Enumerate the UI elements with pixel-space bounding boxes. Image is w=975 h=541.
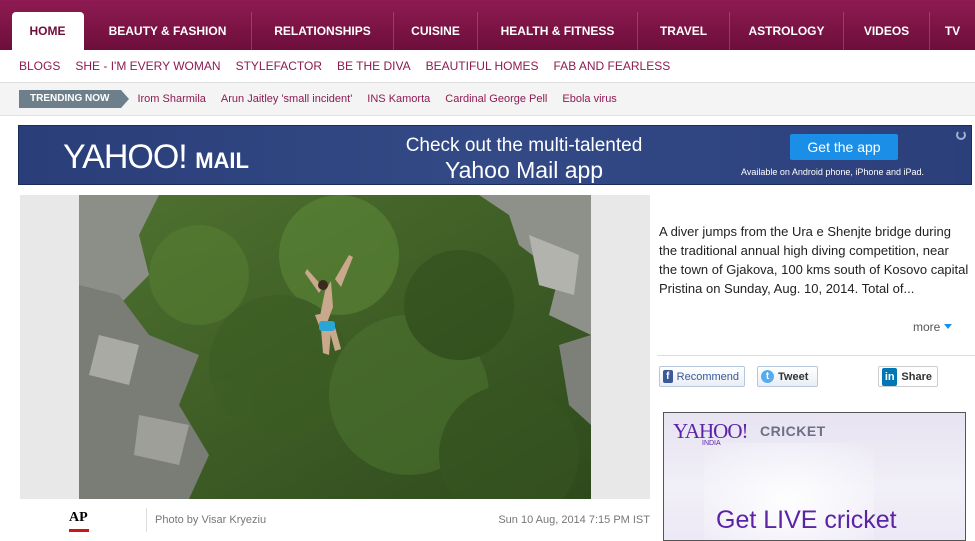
- trending-link[interactable]: INS Kamorta: [367, 93, 430, 105]
- facebook-icon: f: [663, 370, 673, 383]
- trending-label: TRENDING NOW: [19, 90, 130, 108]
- tab-cuisine[interactable]: CUISINE: [394, 12, 478, 50]
- tab-health-fitness[interactable]: HEALTH & FITNESS: [478, 12, 638, 50]
- subnav-stylefactor[interactable]: STYLEFACTOR: [236, 59, 322, 73]
- linkedin-share-button[interactable]: in Share: [878, 366, 938, 387]
- main-nav: HOME BEAUTY & FASHION RELATIONSHIPS CUIS…: [0, 0, 975, 50]
- more-link[interactable]: more: [913, 320, 953, 334]
- sub-nav: BLOGS SHE - I'M EVERY WOMAN STYLEFACTOR …: [0, 50, 975, 83]
- photo-credit-row: AP Photo by Visar Kryeziu Sun 10 Aug, 20…: [20, 502, 650, 541]
- subnav-every-woman[interactable]: SHE - I'M EVERY WOMAN: [75, 59, 220, 73]
- page: { "nav": { "tabs": [ {"label": "HOME"}, …: [0, 0, 975, 541]
- photo-timestamp: Sun 10 Aug, 2014 7:15 PM IST: [498, 514, 650, 526]
- diver-photo[interactable]: [79, 195, 591, 499]
- tab-relationships[interactable]: RELATIONSHIPS: [252, 12, 394, 50]
- trending-link[interactable]: Irom Sharmila: [137, 93, 205, 105]
- subnav-be-the-diva[interactable]: BE THE DIVA: [337, 59, 411, 73]
- trending-bar: TRENDING NOW Irom Sharmila Arun Jaitley …: [0, 83, 975, 116]
- ad-tagline: Get LIVE cricket: [716, 506, 897, 534]
- subnav-fab-and-fearless[interactable]: FAB AND FEARLESS: [554, 59, 671, 73]
- cricket-label: CRICKET: [760, 423, 826, 439]
- photo-caption: A diver jumps from the Ura e Shenjte bri…: [659, 224, 969, 296]
- tab-astrology[interactable]: ASTROLOGY: [730, 12, 844, 50]
- twitter-bird-icon: t: [761, 370, 774, 383]
- chevron-down-icon: [944, 324, 953, 329]
- availability-text: Available on Android phone, iPhone and i…: [741, 167, 924, 177]
- trending-link[interactable]: Cardinal George Pell: [445, 93, 547, 105]
- linkedin-icon: in: [882, 367, 898, 386]
- yahoo-india-label: INDIA: [702, 440, 721, 447]
- tab-videos[interactable]: VIDEOS: [844, 12, 930, 50]
- yahoo-mail-ad-banner[interactable]: YAHOO! MAIL Check out the multi-talented…: [18, 125, 972, 185]
- slideshow-photo-frame: [20, 195, 650, 499]
- facebook-recommend-button[interactable]: f Recommend: [659, 366, 745, 387]
- trending-link[interactable]: Ebola virus: [562, 93, 616, 105]
- yahoo-mail-logo: YAHOO! MAIL: [63, 138, 249, 176]
- photo-credit: Photo by Visar Kryeziu: [155, 514, 267, 526]
- get-the-app-button[interactable]: Get the app: [790, 134, 898, 160]
- divider: [657, 355, 975, 356]
- tab-beauty-fashion[interactable]: BEAUTY & FASHION: [84, 12, 252, 50]
- subnav-beautiful-homes[interactable]: BEAUTIFUL HOMES: [426, 59, 539, 73]
- tab-travel[interactable]: TRAVEL: [638, 12, 730, 50]
- tweet-button[interactable]: t Tweet: [757, 366, 818, 387]
- tab-home[interactable]: HOME: [12, 12, 84, 50]
- ap-logo: AP: [69, 510, 89, 532]
- ad-headline: Check out the multi-talented Yahoo Mail …: [405, 135, 643, 183]
- trending-link[interactable]: Arun Jaitley 'small incident': [221, 93, 352, 105]
- divider: [146, 508, 147, 532]
- tab-tv[interactable]: TV: [930, 12, 975, 50]
- subnav-blogs[interactable]: BLOGS: [19, 59, 60, 73]
- refresh-icon[interactable]: [956, 130, 966, 140]
- yahoo-cricket-ad[interactable]: YAHOO! INDIA CRICKET Get LIVE cricket: [663, 412, 966, 541]
